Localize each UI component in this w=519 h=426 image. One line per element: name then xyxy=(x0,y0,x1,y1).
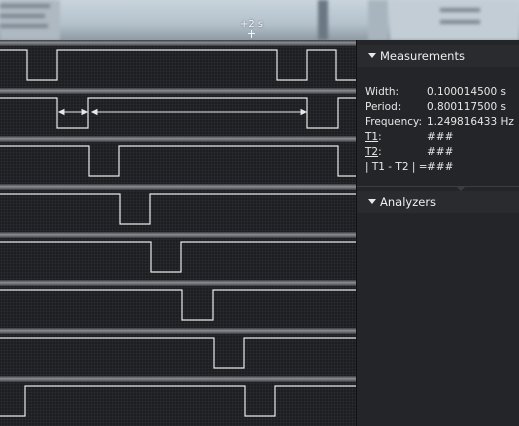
measurement-value: 1.249816433 Hz xyxy=(427,116,514,128)
measurement-label: Width: xyxy=(365,86,400,98)
t1-link[interactable]: T1 xyxy=(365,131,378,143)
double-arrow-icon xyxy=(57,108,89,116)
channel-2-trace xyxy=(0,145,356,177)
analyzers-section-header[interactable]: Analyzers xyxy=(357,191,519,213)
background-window-strip: +2 s xyxy=(0,0,519,40)
measurement-label: Period: xyxy=(365,101,402,113)
measurement-value: ### xyxy=(427,161,454,173)
cursor-marker[interactable] xyxy=(248,30,255,38)
measurement-value: ### xyxy=(427,146,454,158)
channel-6-trace xyxy=(0,337,356,369)
channel-4-trace xyxy=(0,241,356,273)
channel-7-trace xyxy=(0,385,356,417)
t2-colon: : xyxy=(378,146,382,158)
measurements-section-header[interactable]: Measurements xyxy=(357,45,519,67)
triangle-down-icon xyxy=(368,199,376,204)
measurement-label: Frequency: xyxy=(365,116,423,128)
channel-5-trace xyxy=(0,289,356,321)
channel-3-trace xyxy=(0,193,356,225)
cursor-time-label: +2 s xyxy=(240,19,264,30)
t2-link[interactable]: T2 xyxy=(365,146,378,158)
measurements-panel: Measurements Width: 0.100014500 s Period… xyxy=(356,40,519,426)
double-arrow-icon xyxy=(90,108,308,116)
waveform-area[interactable] xyxy=(0,40,356,426)
measurement-value: 0.800117500 s xyxy=(427,101,506,113)
measurement-value: 0.100014500 s xyxy=(427,86,506,98)
measurements-title: Measurements xyxy=(380,49,465,63)
section-divider xyxy=(357,186,519,187)
analyzers-title: Analyzers xyxy=(380,195,437,209)
waveform-traces xyxy=(0,49,356,417)
t1-colon: : xyxy=(378,131,382,143)
channel-0-trace xyxy=(0,49,356,81)
triangle-down-icon xyxy=(368,53,376,58)
measurement-label: | T1 - T2 | = xyxy=(365,161,428,173)
measurement-value: ### xyxy=(427,131,454,143)
